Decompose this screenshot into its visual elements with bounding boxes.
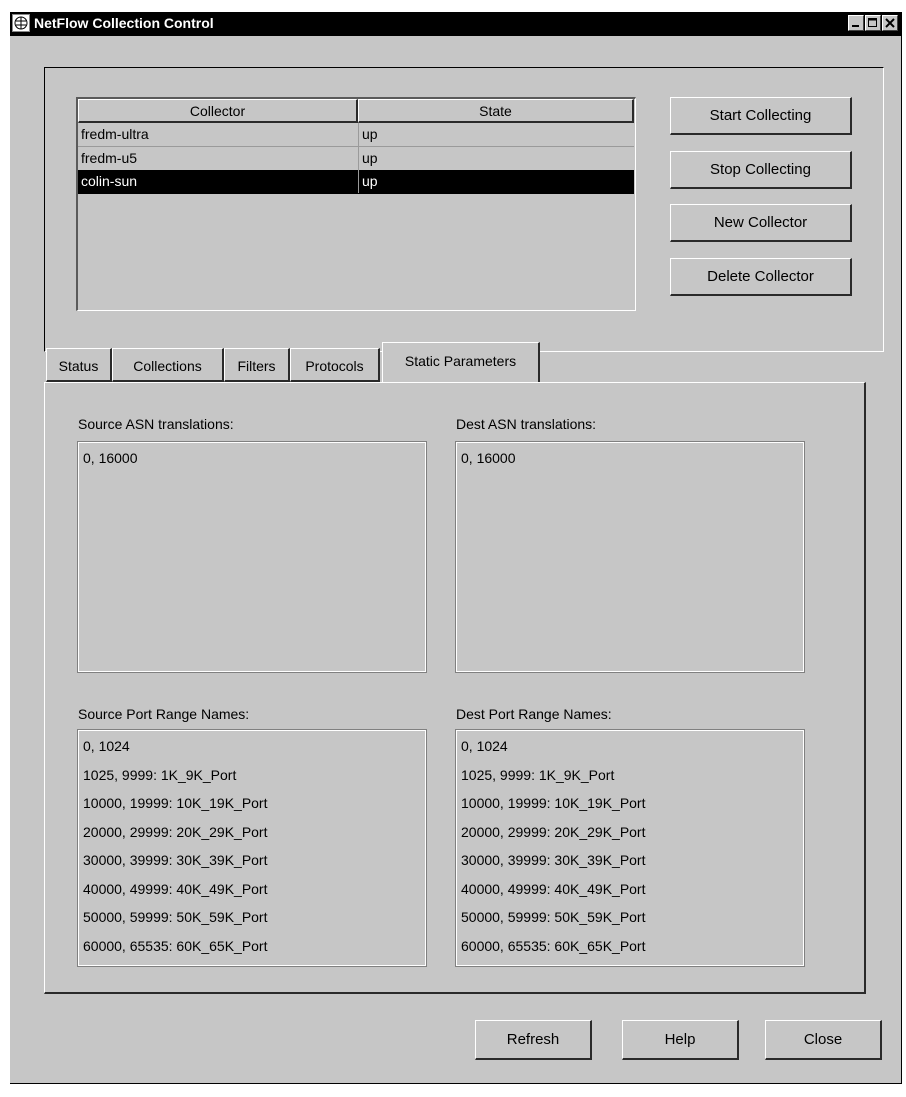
collector-cell: fredm-u5 xyxy=(81,150,138,166)
state-cell: up xyxy=(362,150,378,166)
dest-port-line: 0, 1024 xyxy=(461,738,508,754)
table-row[interactable]: fredm-u5 up xyxy=(78,146,634,171)
tab-collections[interactable]: Collections xyxy=(112,348,224,382)
collector-table[interactable]: Collector State fredm-ultra up fredm-u5 … xyxy=(76,97,636,311)
source-port-line: 60000, 65535: 60K_65K_Port xyxy=(83,937,268,954)
source-port-line: 20000, 29999: 20K_29K_Port xyxy=(83,823,268,840)
table-row[interactable]: fredm-ultra up xyxy=(78,123,634,147)
dest-port-line: 20000, 29999: 20K_29K_Port xyxy=(461,823,646,840)
app-icon[interactable] xyxy=(12,14,30,32)
source-port-line: 0, 1024 xyxy=(83,738,130,754)
collector-table-header: Collector State xyxy=(78,99,634,123)
delete-collector-button[interactable]: Delete Collector xyxy=(670,258,852,296)
tab-static-parameters[interactable]: Static Parameters xyxy=(382,342,540,382)
column-divider xyxy=(358,123,359,193)
dest-port-line: 1025, 9999: 1K_9K_Port xyxy=(461,766,615,783)
source-port-line: 1025, 9999: 1K_9K_Port xyxy=(83,766,237,783)
minimize-button[interactable] xyxy=(848,15,864,31)
app-window: NetFlow Collection Control Collector Sta… xyxy=(10,12,902,1084)
close-button[interactable]: Close xyxy=(765,1020,882,1060)
dest-asn-line: 0, 16000 xyxy=(461,450,516,466)
dest-port-line: 60000, 65535: 60K_65K_Port xyxy=(461,937,646,954)
collector-column-header[interactable]: Collector xyxy=(78,99,358,123)
dest-asn-textarea[interactable]: 0, 16000 xyxy=(455,441,805,673)
source-port-line: 10000, 19999: 10K_19K_Port xyxy=(83,795,268,811)
minimize-icon xyxy=(852,25,859,27)
refresh-button[interactable]: Refresh xyxy=(475,1020,592,1060)
start-collecting-button[interactable]: Start Collecting xyxy=(670,97,852,135)
source-port-line: 50000, 59999: 50K_59K_Port xyxy=(83,909,268,925)
window-title: NetFlow Collection Control xyxy=(34,15,214,31)
maximize-icon xyxy=(868,18,877,27)
maximize-button[interactable] xyxy=(865,15,881,31)
source-asn-textarea[interactable]: 0, 16000 xyxy=(77,441,427,673)
source-port-line: 40000, 49999: 40K_49K_Port xyxy=(83,880,268,897)
state-cell: up xyxy=(362,173,378,189)
source-port-label: Source Port Range Names: xyxy=(78,706,250,722)
collector-cell: fredm-ultra xyxy=(81,126,149,142)
dest-port-line: 10000, 19999: 10K_19K_Port xyxy=(461,795,646,811)
title-bar[interactable]: NetFlow Collection Control xyxy=(10,12,902,36)
table-row-selected[interactable]: colin-sun up xyxy=(78,170,634,194)
tab-filters[interactable]: Filters xyxy=(224,348,290,382)
tab-status[interactable]: Status xyxy=(46,348,112,382)
stop-collecting-button[interactable]: Stop Collecting xyxy=(670,151,852,189)
source-asn-line: 0, 16000 xyxy=(83,450,138,466)
dest-asn-label: Dest ASN translations: xyxy=(456,416,597,432)
dest-port-line: 30000, 39999: 30K_39K_Port xyxy=(461,852,646,868)
new-collector-button[interactable]: New Collector xyxy=(670,204,852,242)
dest-port-line: 40000, 49999: 40K_49K_Port xyxy=(461,880,646,897)
dest-port-line: 50000, 59999: 50K_59K_Port xyxy=(461,909,646,925)
source-port-textarea[interactable]: 0, 1024 1025, 9999: 1K_9K_Port 10000, 19… xyxy=(77,729,427,967)
close-icon xyxy=(885,18,895,28)
dest-port-textarea[interactable]: 0, 1024 1025, 9999: 1K_9K_Port 10000, 19… xyxy=(455,729,805,967)
state-column-header[interactable]: State xyxy=(358,99,634,123)
state-cell: up xyxy=(362,126,378,142)
source-port-line: 30000, 39999: 30K_39K_Port xyxy=(83,852,268,868)
close-window-button[interactable] xyxy=(882,15,898,31)
collector-cell: colin-sun xyxy=(81,173,138,189)
tab-protocols[interactable]: Protocols xyxy=(290,348,380,382)
dest-port-label: Dest Port Range Names: xyxy=(456,706,612,722)
source-asn-label: Source ASN translations: xyxy=(78,416,234,432)
help-button[interactable]: Help xyxy=(622,1020,739,1060)
